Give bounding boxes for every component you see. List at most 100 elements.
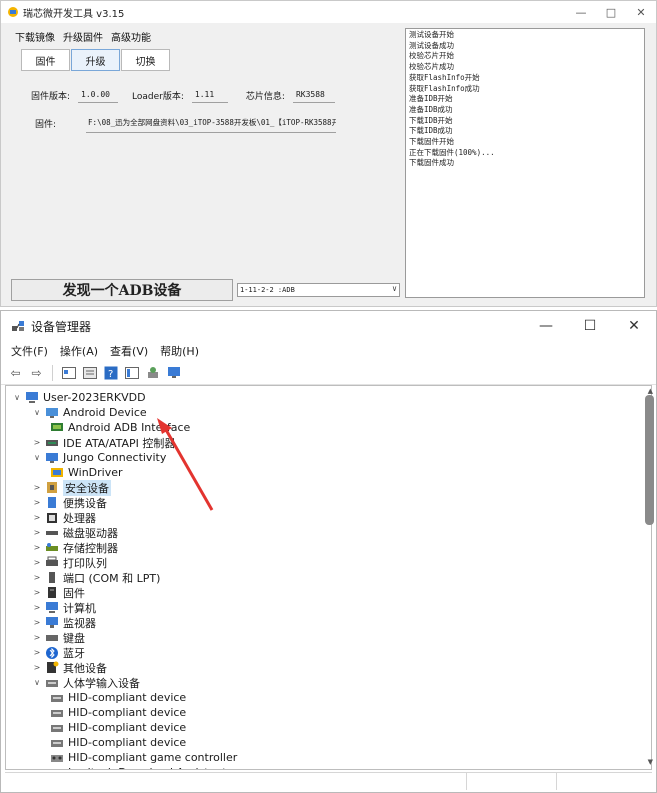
expand-chevron-icon[interactable]: ∨ bbox=[32, 678, 42, 687]
log-panel[interactable]: 测试设备开始 测试设备成功 校验芯片开始 校验芯片成功 获取FlashInfo开始 获取F… bbox=[405, 28, 645, 298]
menu-file[interactable]: 文件(F) bbox=[11, 343, 48, 359]
tree-scrollbar[interactable] bbox=[645, 395, 654, 525]
collapse-chevron-icon[interactable]: > bbox=[32, 588, 42, 597]
dm-minimize-button[interactable]: — bbox=[524, 311, 568, 341]
details-icon[interactable] bbox=[123, 364, 140, 381]
collapse-chevron-icon[interactable]: > bbox=[32, 498, 42, 507]
collapse-chevron-icon[interactable]: > bbox=[32, 618, 42, 627]
dm-close-button[interactable]: ✕ bbox=[612, 311, 656, 341]
collapse-chevron-icon[interactable]: > bbox=[32, 543, 42, 552]
tool-maximize-button[interactable]: □ bbox=[596, 1, 626, 23]
list-icon[interactable] bbox=[81, 364, 98, 381]
tree-item[interactable]: HID-compliant device bbox=[50, 690, 186, 705]
dm-titlebar: 设备管理器 — ☐ ✕ bbox=[1, 311, 656, 341]
collapse-chevron-icon[interactable]: > bbox=[32, 663, 42, 672]
chevron-down-icon[interactable]: ∨ bbox=[392, 284, 397, 293]
game-controller-icon bbox=[50, 751, 64, 764]
device-select[interactable]: 1-11-2-2 :ADB ∨ bbox=[237, 283, 400, 297]
tree-item[interactable]: > 监视器 bbox=[32, 615, 96, 630]
properties-icon[interactable] bbox=[60, 364, 77, 381]
tree-item[interactable]: ∨ Jungo Connectivity bbox=[32, 450, 166, 465]
tree-item[interactable]: Android ADB Interface bbox=[50, 420, 190, 435]
portable-device-icon bbox=[45, 496, 59, 509]
tree-item[interactable]: > 端口 (COM 和 LPT) bbox=[32, 570, 161, 585]
back-arrow-icon[interactable]: ⇦ bbox=[7, 364, 24, 381]
processor-icon bbox=[45, 511, 59, 524]
tree-item-label: Android Device bbox=[63, 406, 147, 419]
tree-item[interactable]: > 安全设备 bbox=[32, 479, 111, 496]
collapse-chevron-icon[interactable]: > bbox=[32, 438, 42, 447]
collapse-chevron-icon[interactable]: > bbox=[32, 528, 42, 537]
tree-item[interactable]: > 处理器 bbox=[32, 510, 96, 525]
tool-close-button[interactable]: ✕ bbox=[626, 1, 656, 23]
menu-advanced[interactable]: 高级功能 bbox=[111, 29, 151, 44]
menu-view[interactable]: 查看(V) bbox=[110, 343, 148, 359]
dm-maximize-button[interactable]: ☐ bbox=[568, 311, 612, 341]
firmware-path-field[interactable]: F:\08_迅为全部网盘资料\03_iTOP-3588开发板\01_【iTOP-… bbox=[86, 113, 337, 133]
tree-item[interactable]: > 便携设备 bbox=[32, 495, 107, 510]
log-line: 正在下载固件(100%)... bbox=[409, 147, 495, 157]
tree-item[interactable]: > 蓝牙 bbox=[32, 645, 85, 660]
menu-download-image[interactable]: 下载镜像 bbox=[15, 29, 55, 44]
help-icon[interactable]: ? bbox=[102, 364, 119, 381]
upgrade-button[interactable]: 升级 bbox=[71, 49, 120, 71]
tool-action-buttons: 固件 升级 切换 bbox=[21, 49, 171, 71]
device-tree[interactable]: ∨ User-2023ERKVDD ∨ Android Device Android A… bbox=[5, 385, 652, 770]
dm-title: 设备管理器 bbox=[31, 319, 92, 334]
tree-item-label: 固件 bbox=[63, 586, 85, 600]
tree-item[interactable]: HID-compliant game controller bbox=[50, 750, 237, 765]
expand-chevron-icon[interactable]: ∨ bbox=[32, 453, 42, 462]
tree-item[interactable]: HID-compliant device bbox=[50, 735, 186, 750]
collapse-chevron-icon[interactable]: > bbox=[32, 513, 42, 522]
dm-toolbar: ⇦ ⇨ ? bbox=[1, 361, 656, 385]
expand-chevron-icon[interactable]: ∨ bbox=[12, 393, 22, 402]
tree-item[interactable]: HID-compliant device bbox=[50, 705, 186, 720]
tree-item[interactable]: > 固件 bbox=[32, 585, 85, 600]
keyboard-icon bbox=[45, 631, 59, 644]
tree-item[interactable]: HID-compliant device bbox=[50, 720, 186, 735]
collapse-chevron-icon[interactable]: > bbox=[32, 633, 42, 642]
tree-item[interactable]: > 存储控制器 bbox=[32, 540, 118, 555]
tree-item[interactable]: > IDE ATA/ATAPI 控制器 bbox=[32, 435, 176, 450]
tree-item[interactable]: > 其他设备 bbox=[32, 660, 107, 675]
tree-item[interactable]: > 计算机 bbox=[32, 600, 96, 615]
port-icon bbox=[45, 571, 59, 584]
device-manager-window: 设备管理器 — ☐ ✕ 文件(F) 操作(A) 查看(V) 帮助(H) ⇦ ⇨ … bbox=[0, 310, 657, 793]
security-device-icon bbox=[45, 481, 59, 494]
firmware-label: 固件: bbox=[35, 119, 57, 130]
forward-arrow-icon[interactable]: ⇨ bbox=[28, 364, 45, 381]
menu-action[interactable]: 操作(A) bbox=[60, 343, 98, 359]
log-line: 下载IDB成功 bbox=[409, 126, 453, 136]
tree-item[interactable]: ∨ 人体学输入设备 bbox=[32, 675, 140, 690]
collapse-chevron-icon[interactable]: > bbox=[32, 483, 42, 492]
tree-item-label: 磁盘驱动器 bbox=[63, 526, 118, 540]
disk-drive-icon bbox=[45, 526, 59, 539]
tool-minimize-button[interactable]: — bbox=[566, 1, 596, 23]
tree-item[interactable]: Logitech Download Assistant bbox=[50, 765, 227, 769]
scan-icon[interactable] bbox=[144, 364, 161, 381]
collapse-chevron-icon[interactable]: > bbox=[32, 558, 42, 567]
tree-item-label: HID-compliant device bbox=[68, 691, 187, 704]
collapse-chevron-icon[interactable]: > bbox=[32, 603, 42, 612]
log-line: 校验芯片成功 bbox=[409, 62, 454, 72]
scroll-up-icon[interactable]: ▲ bbox=[648, 387, 653, 395]
menu-help[interactable]: 帮助(H) bbox=[160, 343, 199, 359]
tree-item[interactable]: WinDriver bbox=[50, 465, 123, 480]
tree-item[interactable]: ∨ Android Device bbox=[32, 405, 147, 420]
collapse-chevron-icon[interactable]: > bbox=[32, 573, 42, 582]
tree-item[interactable]: > 磁盘驱动器 bbox=[32, 525, 118, 540]
hid-icon bbox=[45, 676, 59, 689]
hid-icon bbox=[50, 736, 64, 749]
scroll-down-icon[interactable]: ▼ bbox=[648, 758, 653, 766]
collapse-chevron-icon[interactable]: > bbox=[32, 648, 42, 657]
switch-button[interactable]: 切换 bbox=[121, 49, 170, 71]
menu-upgrade-firmware[interactable]: 升级固件 bbox=[63, 29, 103, 44]
monitor-icon[interactable] bbox=[165, 364, 182, 381]
expand-chevron-icon[interactable]: ∨ bbox=[32, 408, 42, 417]
tree-item[interactable]: > 键盘 bbox=[32, 630, 85, 645]
tree-item[interactable]: ∨ User-2023ERKVDD bbox=[12, 390, 146, 405]
chip-info-value: RK3588 bbox=[292, 87, 335, 103]
tree-item-label: 其他设备 bbox=[63, 661, 107, 675]
firmware-button[interactable]: 固件 bbox=[21, 49, 70, 71]
tree-item[interactable]: > 打印队列 bbox=[32, 555, 107, 570]
